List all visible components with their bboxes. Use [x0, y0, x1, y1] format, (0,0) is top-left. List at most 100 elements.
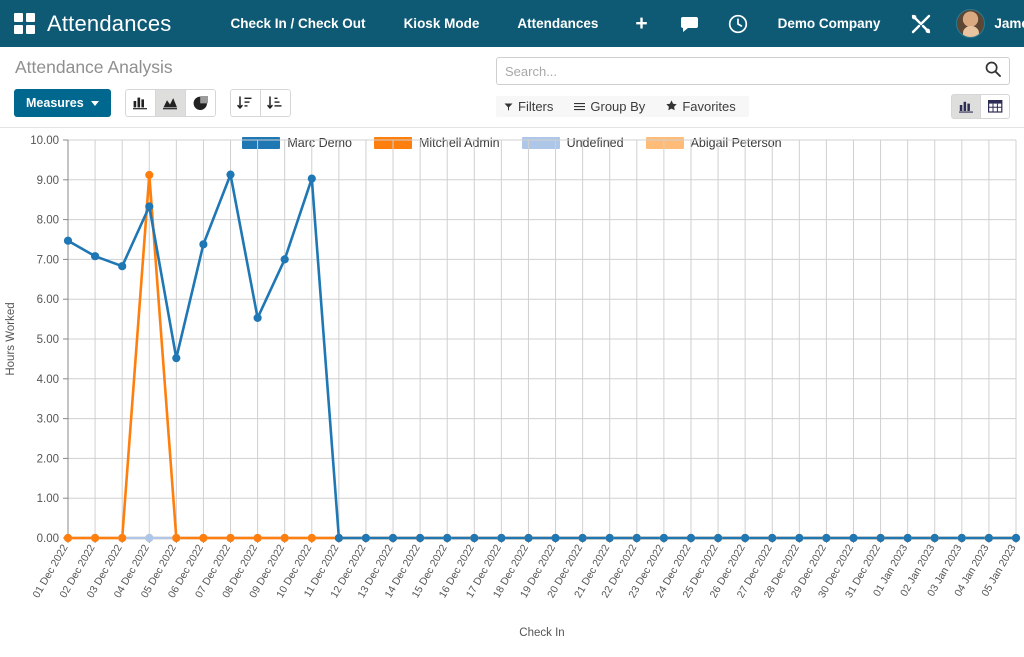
data-point[interactable] [659, 533, 669, 543]
chat-bubble-icon[interactable] [666, 15, 714, 33]
data-point[interactable] [741, 533, 750, 543]
data-point[interactable] [91, 252, 100, 261]
clock-icon[interactable] [714, 14, 762, 34]
control-panel-left: Attendance Analysis Measures [14, 57, 291, 117]
data-point[interactable] [524, 533, 533, 543]
data-point[interactable] [470, 533, 479, 543]
data-point[interactable] [984, 533, 994, 543]
graph-view-icon[interactable] [951, 94, 981, 119]
data-point[interactable] [63, 533, 73, 543]
y-axis-tick-label: 6.00 [37, 294, 59, 306]
y-axis-tick-label: 10.00 [30, 135, 59, 147]
avatar [956, 9, 986, 38]
area-chart-icon[interactable] [154, 89, 186, 117]
pie-chart-icon[interactable] [184, 89, 216, 117]
data-point[interactable] [334, 533, 343, 543]
data-point[interactable] [172, 533, 181, 543]
y-axis-tick-label: 7.00 [37, 254, 59, 266]
y-axis-tick-label: 4.00 [37, 374, 59, 386]
data-point[interactable] [903, 533, 912, 543]
apps-grid-icon[interactable] [14, 12, 35, 35]
control-panel: Attendance Analysis Measures Search... F… [0, 47, 1024, 128]
data-point[interactable] [307, 533, 316, 543]
data-point[interactable] [443, 533, 452, 543]
data-point[interactable] [388, 533, 398, 543]
control-panel-right: Filters Group By [496, 57, 1010, 119]
nav-item-check-in-check-out[interactable]: Check In / Check Out [212, 16, 385, 31]
data-point[interactable] [226, 533, 235, 543]
data-point[interactable] [145, 533, 154, 543]
line-chart-plot[interactable]: 0.00 1.00 2.00 3.00 4.00 5.00 6.00 7.00 8.00 9.00… [0, 128, 1024, 653]
data-point[interactable] [63, 236, 73, 245]
data-point[interactable] [172, 354, 181, 363]
data-point[interactable] [822, 533, 831, 543]
sort-button-group [229, 89, 291, 117]
data-point[interactable] [605, 533, 614, 543]
data-point[interactable] [768, 533, 777, 543]
data-point[interactable] [91, 533, 100, 543]
user-name-label: James [994, 16, 1024, 31]
y-axis-tick-label: 5.00 [37, 334, 59, 346]
data-point[interactable] [416, 533, 425, 543]
chevron-down-icon [90, 100, 99, 106]
series-line[interactable] [66, 173, 1018, 540]
y-axis-tick-label: 8.00 [37, 215, 59, 227]
data-point[interactable] [307, 174, 316, 183]
user-menu[interactable]: James [946, 9, 1024, 38]
search-icon[interactable] [985, 61, 1001, 82]
tools-icon[interactable] [896, 13, 946, 35]
data-point[interactable] [199, 240, 208, 249]
data-point[interactable] [714, 533, 723, 543]
favorites-button[interactable]: Favorites [658, 96, 748, 117]
nav-item-attendances[interactable]: Attendances [498, 16, 617, 31]
data-point[interactable] [849, 533, 858, 543]
filter-icon [504, 99, 513, 114]
data-point[interactable] [253, 313, 262, 322]
y-axis-tick-label: 2.00 [37, 453, 59, 465]
chart-type-button-group [124, 89, 216, 117]
filters-button[interactable]: Filters [496, 96, 566, 117]
data-point[interactable] [632, 533, 641, 543]
data-point[interactable] [957, 533, 966, 543]
data-point[interactable] [1011, 533, 1021, 543]
nav-item-kiosk-mode[interactable]: Kiosk Mode [385, 16, 499, 31]
search-input[interactable] [505, 63, 985, 79]
y-axis-tick-label: 1.00 [37, 493, 59, 505]
sort-descending-icon[interactable] [229, 89, 261, 117]
bar-chart-icon[interactable] [124, 89, 156, 117]
sort-ascending-icon[interactable] [259, 89, 291, 117]
data-point[interactable] [118, 533, 127, 543]
filter-row: Filters Group By Favorites [496, 94, 1010, 119]
view-switcher [951, 94, 1010, 119]
data-point[interactable] [930, 533, 939, 543]
page-title: Attendance Analysis [15, 57, 173, 77]
data-point[interactable] [253, 533, 262, 543]
company-selector[interactable]: Demo Company [762, 16, 897, 31]
data-point[interactable] [118, 262, 127, 271]
data-point[interactable] [497, 533, 506, 543]
data-point[interactable] [578, 533, 587, 543]
data-point[interactable] [686, 533, 696, 543]
data-point[interactable] [876, 533, 885, 543]
y-axis-title: Hours Worked [5, 302, 17, 375]
y-axis-tick-label: 0.00 [37, 533, 59, 545]
data-point[interactable] [280, 255, 289, 264]
add-new-button[interactable]: + [617, 13, 665, 34]
data-point[interactable] [226, 170, 235, 179]
measures-button-label: Measures [26, 96, 84, 110]
x-axis-title: Check In [519, 627, 564, 639]
data-point[interactable] [145, 170, 154, 180]
group-by-button[interactable]: Group By [566, 96, 658, 117]
pivot-view-icon[interactable] [980, 94, 1010, 119]
data-point[interactable] [145, 202, 154, 211]
search-bar[interactable] [496, 57, 1010, 85]
filters-button-label: Filters [518, 99, 554, 114]
app-brand-title[interactable]: Attendances [47, 11, 172, 37]
data-point[interactable] [199, 533, 208, 543]
measures-button[interactable]: Measures [14, 89, 111, 117]
data-point[interactable] [361, 533, 370, 543]
data-point[interactable] [280, 533, 289, 543]
data-point[interactable] [795, 533, 804, 543]
chart-area: Marc Demo Mitchell Admin Undefined Abigail … [0, 128, 1024, 653]
data-point[interactable] [551, 533, 560, 543]
